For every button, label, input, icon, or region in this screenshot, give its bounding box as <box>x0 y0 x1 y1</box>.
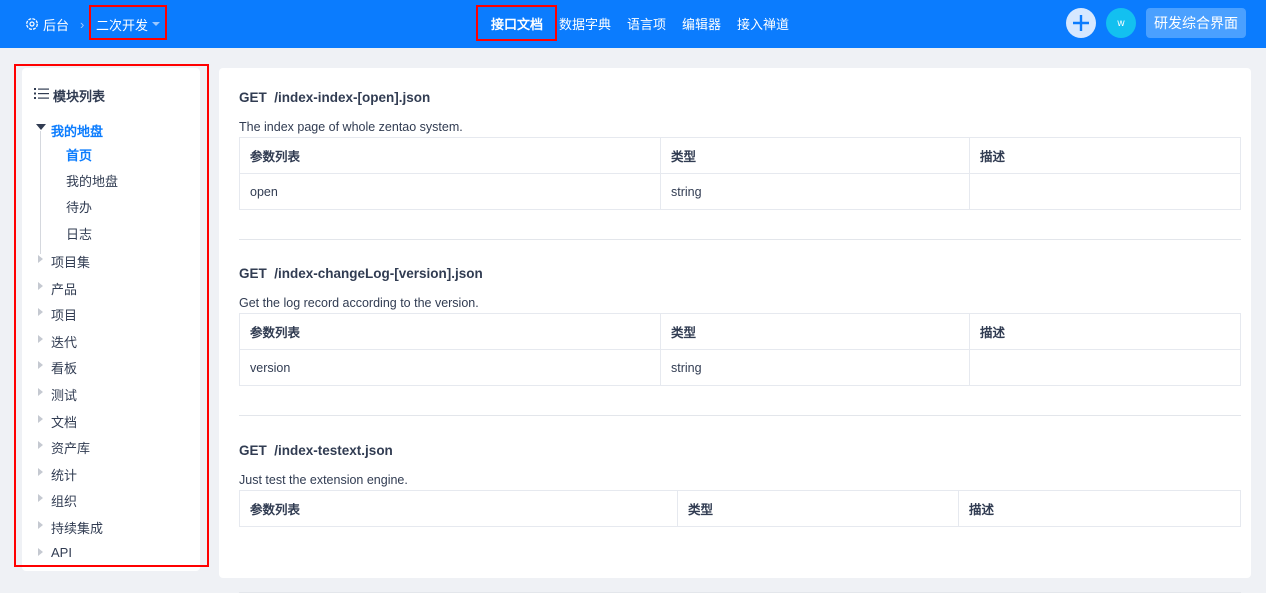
api-method: GET <box>239 443 267 458</box>
plus-icon <box>1073 15 1089 31</box>
column-header: 描述 <box>969 137 1241 174</box>
api-method: GET <box>239 266 267 281</box>
table-header-row: 参数列表 类型 描述 <box>239 313 1241 350</box>
caret-right-icon <box>38 414 43 423</box>
avatar-initial: w <box>1117 17 1125 29</box>
backend-label: 后台 <box>43 17 70 33</box>
nav-editor[interactable]: 编辑器 <box>682 14 721 33</box>
nav-data-dictionary[interactable]: 数据字典 <box>559 14 611 33</box>
sidebar-item[interactable]: API <box>51 545 72 560</box>
create-button[interactable] <box>1066 8 1096 38</box>
caret-down-icon <box>36 124 46 130</box>
api-title: GET /index-index-[open].json <box>239 90 430 105</box>
column-header: 类型 <box>660 137 970 174</box>
api-title: GET /index-changeLog-[version].json <box>239 266 483 281</box>
nav-language-items[interactable]: 语言项 <box>627 14 666 33</box>
column-header: 类型 <box>677 490 959 527</box>
table-header-row: 参数列表 类型 描述 <box>239 490 1241 527</box>
column-header: 描述 <box>958 490 1241 527</box>
sidebar-item[interactable]: 资产库 <box>51 438 90 457</box>
sidebar-item-log[interactable]: 日志 <box>66 224 92 243</box>
caret-right-icon <box>38 361 43 370</box>
api-method: GET <box>239 90 267 105</box>
caret-right-icon <box>38 334 43 343</box>
top-navbar: 后台 › 二次开发 接口文档 数据字典 语言项 编辑器 接入禅道 w 研发综合界… <box>0 0 1266 48</box>
api-doc-panel: GET /index-index-[open].json The index pa… <box>219 68 1251 593</box>
caret-right-icon <box>38 467 43 476</box>
table-row: open string <box>239 173 1241 210</box>
api-path: /index-index-[open].json <box>274 90 431 105</box>
param-table: 参数列表 类型 描述 version string <box>239 313 1241 386</box>
switch-vision-label: 研发综合界面 <box>1154 15 1238 31</box>
caret-right-icon <box>38 441 43 450</box>
sidebar-item[interactable]: 看板 <box>51 358 77 377</box>
module-dropdown[interactable]: 二次开发 <box>96 0 161 48</box>
param-table: 参数列表 类型 描述 open string <box>239 137 1241 210</box>
api-description: The index page of whole zentao system. <box>239 120 463 134</box>
chevron-right-icon: › <box>80 16 85 32</box>
sidebar-item-todo[interactable]: 待办 <box>66 197 92 216</box>
nav-integrate-zentao[interactable]: 接入禅道 <box>737 14 789 33</box>
divider <box>239 239 1241 240</box>
backend-link[interactable]: 后台 <box>25 0 69 48</box>
gear-icon <box>26 18 38 30</box>
api-title: GET /index-testext.json <box>239 443 393 458</box>
table-cell: string <box>660 349 970 386</box>
module-sidebar: 模块列表 我的地盘 首页 我的地盘 待办 日志 项目集产品项目迭代看板测试文档资… <box>22 68 200 571</box>
caret-down-icon <box>152 22 161 26</box>
table-cell: open <box>239 173 661 210</box>
sidebar-item-home[interactable]: 首页 <box>66 145 92 164</box>
column-header: 类型 <box>660 313 970 350</box>
list-icon <box>34 88 49 99</box>
table-cell: string <box>660 173 970 210</box>
sidebar-item[interactable]: 产品 <box>51 279 77 298</box>
table-header-row: 参数列表 类型 描述 <box>239 137 1241 174</box>
column-header: 参数列表 <box>239 490 678 527</box>
sidebar-title: 模块列表 <box>53 89 106 104</box>
api-description: Get the log record according to the vers… <box>239 296 479 310</box>
caret-right-icon <box>38 494 43 503</box>
nav-api-docs[interactable]: 接口文档 <box>491 14 543 33</box>
sidebar-item[interactable]: 项目 <box>51 305 77 324</box>
column-header: 参数列表 <box>239 313 661 350</box>
column-header: 参数列表 <box>239 137 661 174</box>
sidebar-item[interactable]: 组织 <box>51 491 77 510</box>
column-header: 描述 <box>969 313 1241 350</box>
api-description: Just test the extension engine. <box>239 473 408 487</box>
divider <box>239 415 1241 416</box>
sidebar-item[interactable]: 项目集 <box>51 252 90 271</box>
sidebar-item-my[interactable]: 我的地盘 <box>66 171 118 190</box>
sidebar-item[interactable]: 迭代 <box>51 332 77 351</box>
api-path: /index-testext.json <box>274 443 393 458</box>
caret-right-icon <box>38 255 43 263</box>
sidebar-item[interactable]: 持续集成 <box>51 518 103 537</box>
caret-right-icon <box>38 547 43 556</box>
sidebar-item[interactable]: 测试 <box>51 385 77 404</box>
tree-line <box>40 131 41 254</box>
param-table: 参数列表 类型 描述 <box>239 490 1241 527</box>
sidebar-item[interactable]: 文档 <box>51 412 77 431</box>
caret-right-icon <box>38 281 43 290</box>
sidebar-group-my[interactable]: 我的地盘 <box>51 121 103 140</box>
caret-right-icon <box>38 521 43 529</box>
module-label: 二次开发 <box>96 17 149 33</box>
api-path: /index-changeLog-[version].json <box>274 266 483 281</box>
table-cell: version <box>239 349 661 386</box>
sidebar-item[interactable]: 统计 <box>51 465 77 484</box>
table-row: version string <box>239 349 1241 386</box>
caret-right-icon <box>38 388 43 396</box>
switch-vision-button[interactable]: 研发综合界面 <box>1146 8 1246 38</box>
table-cell <box>969 173 1241 210</box>
user-avatar[interactable]: w <box>1106 8 1136 38</box>
table-cell <box>969 349 1241 386</box>
caret-right-icon <box>38 308 43 317</box>
